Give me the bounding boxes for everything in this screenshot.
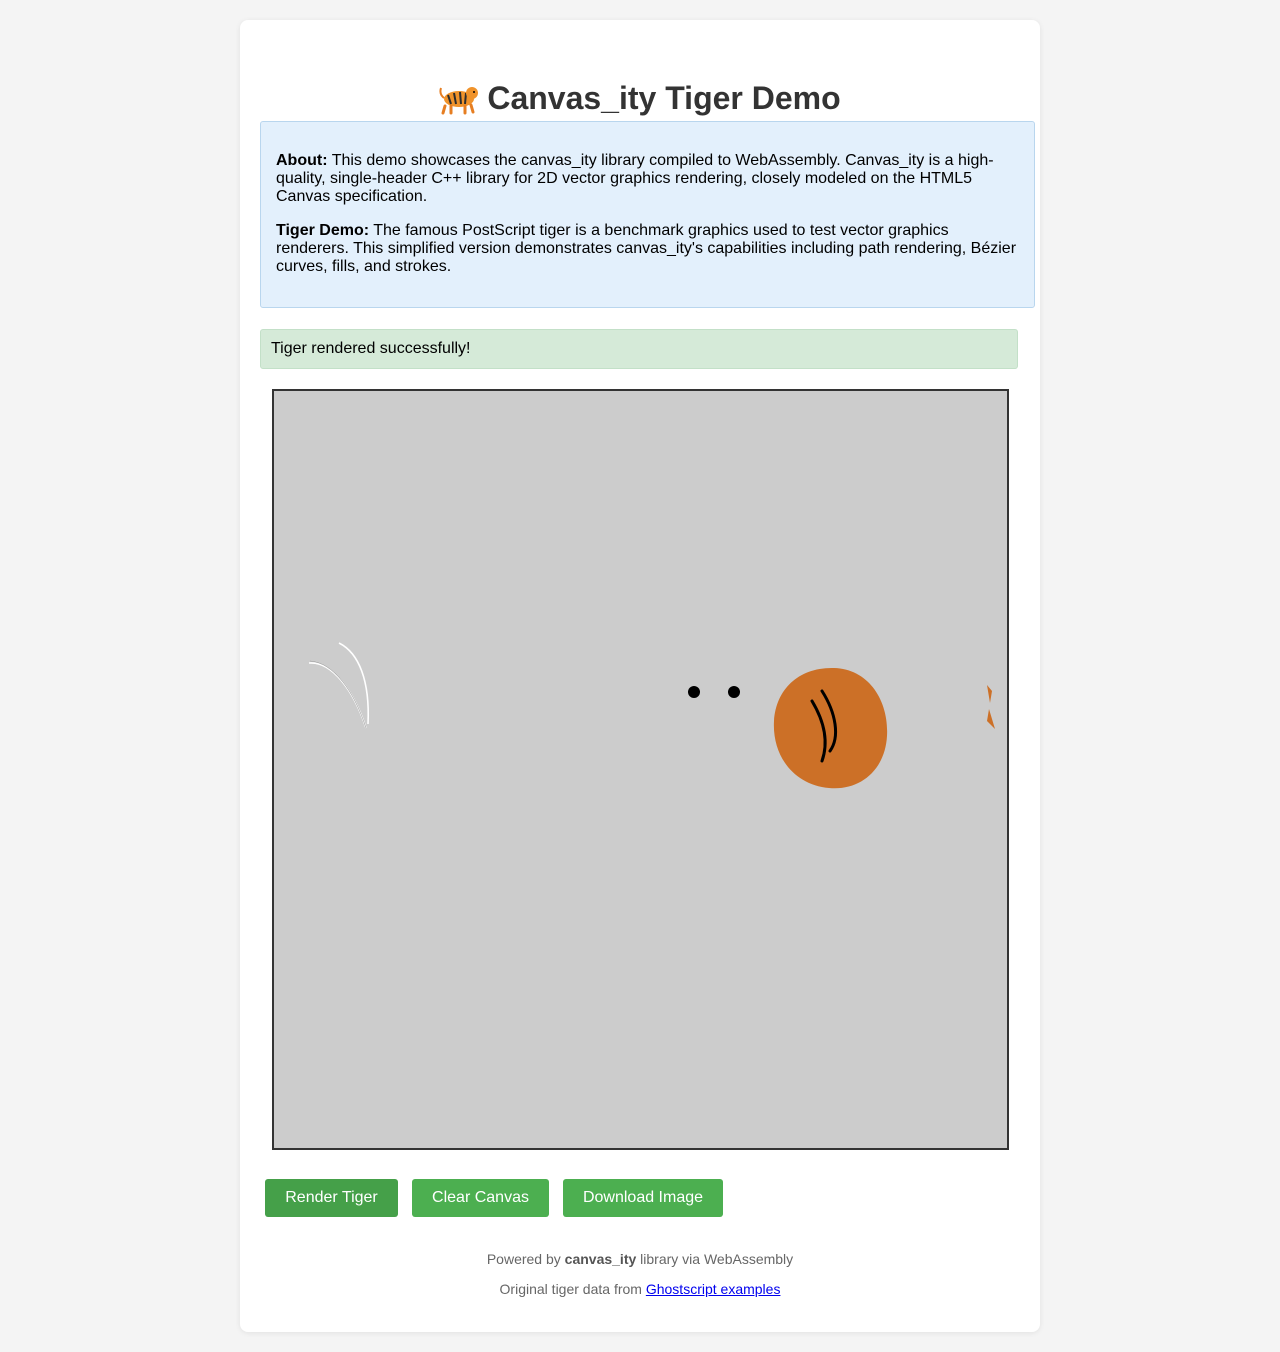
tiger-demo-label: Tiger Demo: (276, 222, 370, 239)
credit-prefix: Original tiger data from (499, 1281, 646, 1297)
canvas-background (274, 391, 1007, 1148)
tiger-canvas[interactable] (272, 389, 1009, 1150)
tiger-emoji-icon (439, 81, 479, 115)
tiger-demo-paragraph: Tiger Demo: The famous PostScript tiger … (276, 222, 1018, 276)
download-image-button[interactable]: Download Image (563, 1179, 723, 1217)
demo-card: Canvas_ity Tiger Demo About: This demo s… (240, 20, 1040, 1332)
about-label: About: (276, 152, 328, 169)
about-paragraph: About: This demo showcases the canvas_it… (276, 152, 1018, 206)
tiger-eye-left (688, 686, 700, 698)
ghostscript-examples-link[interactable]: Ghostscript examples (646, 1281, 781, 1297)
credit-footer: Original tiger data from Ghostscript exa… (240, 1281, 1040, 1297)
page-title: Canvas_ity Tiger Demo (240, 78, 1040, 118)
clear-canvas-button[interactable]: Clear Canvas (412, 1179, 549, 1217)
render-tiger-button[interactable]: Render Tiger (265, 1179, 398, 1217)
powered-suffix: library via WebAssembly (636, 1251, 794, 1267)
page-title-text: Canvas_ity Tiger Demo (487, 80, 841, 116)
about-info-box: About: This demo showcases the canvas_it… (260, 121, 1035, 308)
powered-by-footer: Powered by canvas_ity library via WebAss… (240, 1251, 1040, 1267)
tiger-demo-text: The famous PostScript tiger is a benchma… (276, 222, 1017, 275)
tiger-drawing (274, 391, 1007, 1148)
powered-library: canvas_ity (564, 1251, 637, 1267)
tiger-eye-right (728, 686, 740, 698)
about-text: This demo showcases the canvas_ity libra… (276, 152, 994, 205)
powered-prefix: Powered by (486, 1251, 565, 1267)
status-message: Tiger rendered successfully! (260, 329, 1018, 369)
